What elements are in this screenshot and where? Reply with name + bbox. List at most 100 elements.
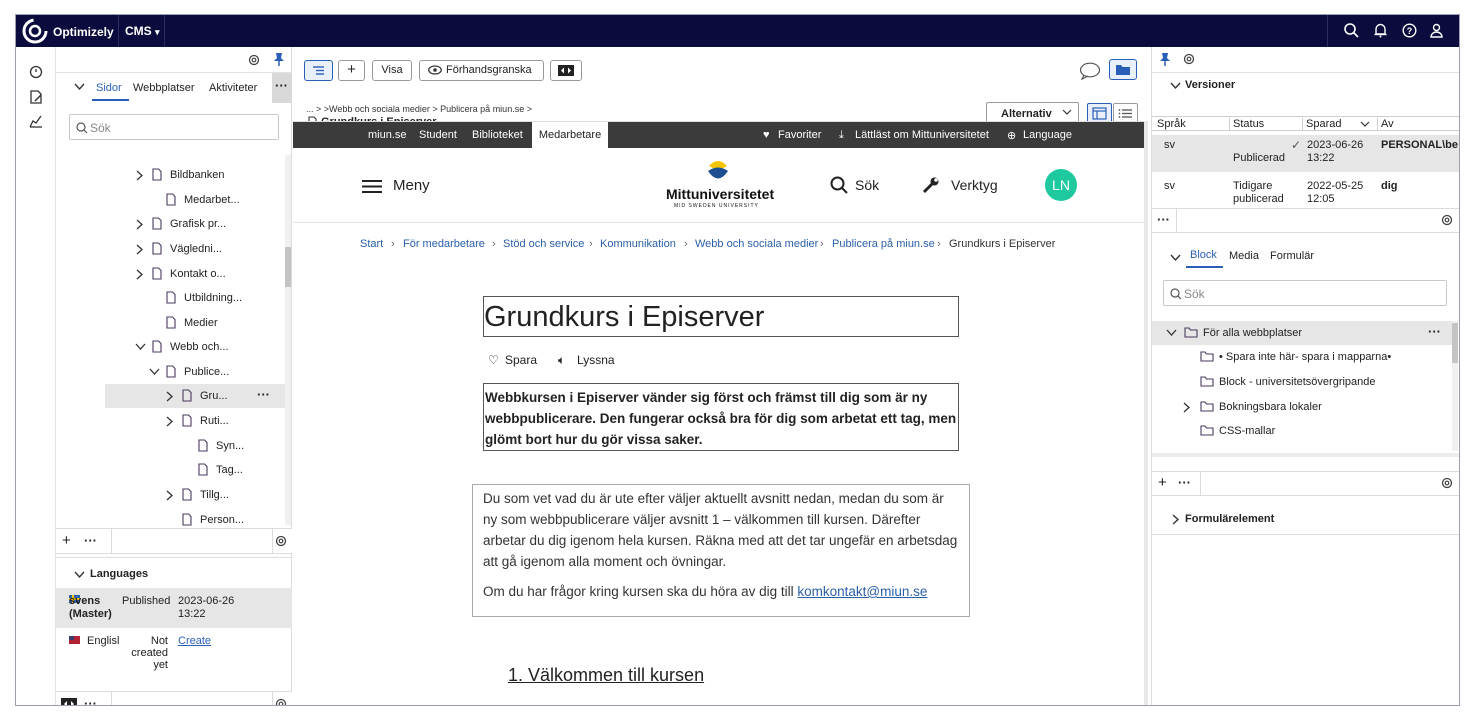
formularelement-header[interactable]: Formulärelement <box>1185 513 1274 525</box>
block-search-input[interactable]: Sök <box>1163 280 1447 306</box>
tab-sidor[interactable]: Sidor <box>96 82 122 94</box>
chevron-right-icon[interactable] <box>165 416 174 427</box>
verktyg-button[interactable]: Verktyg <box>951 177 998 193</box>
chevron-right-icon[interactable] <box>165 391 174 402</box>
add-button[interactable]: + <box>338 60 365 81</box>
visa-button[interactable]: Visa <box>372 60 412 81</box>
tree-item[interactable]: Tag... <box>56 458 286 482</box>
chevron-down-icon[interactable] <box>1166 328 1177 337</box>
chevron-right-icon[interactable] <box>1182 402 1191 413</box>
language-row-swedish[interactable]: svens (Master) Published 2023-06-26 13:2… <box>56 588 292 628</box>
intro-edit-box[interactable]: Webbkursen i Episerver vänder sig först … <box>483 383 959 451</box>
settings-icon[interactable] <box>1440 213 1454 227</box>
miun-logo-icon[interactable] <box>705 158 731 186</box>
page-tree-toggle-button[interactable] <box>304 60 333 81</box>
dashboard-icon[interactable] <box>29 65 43 79</box>
settings-icon[interactable] <box>247 53 261 67</box>
breadcrumb[interactable]: ... > >Webb och sociala medier > Publice… <box>306 104 532 114</box>
optimizely-logo-icon[interactable] <box>22 18 48 44</box>
tree-item[interactable]: Utbildning... <box>56 286 286 310</box>
more-options-button[interactable]: ··· <box>272 73 292 103</box>
email-link[interactable]: komkontakt@miun.se <box>797 584 927 599</box>
folder-item[interactable]: CSS-mallar <box>1152 419 1452 443</box>
user-icon[interactable] <box>1429 23 1444 38</box>
add-icon[interactable]: + <box>62 532 71 549</box>
nav-biblioteket[interactable]: Biblioteket <box>472 129 523 141</box>
bell-icon[interactable] <box>1373 23 1388 38</box>
chevron-right-icon[interactable] <box>135 244 144 255</box>
tab-media[interactable]: Media <box>1229 250 1259 262</box>
chevron-right-icon[interactable] <box>165 490 174 501</box>
tree-item[interactable]: Vägledni... <box>56 237 286 261</box>
tree-item[interactable]: Medier <box>56 311 286 335</box>
edit-icon[interactable] <box>29 90 43 104</box>
tree-item[interactable]: Ruti... <box>56 409 286 433</box>
tab-block[interactable]: Block <box>1190 249 1217 261</box>
tree-item[interactable]: Bildbanken <box>56 163 286 187</box>
search-icon[interactable] <box>830 176 848 194</box>
lyssna-button[interactable]: Lyssna <box>577 353 615 367</box>
settings-icon[interactable] <box>1440 476 1454 490</box>
reports-icon[interactable] <box>29 114 43 128</box>
chevron-down-icon[interactable] <box>149 367 160 376</box>
menu-icon[interactable] <box>362 179 382 194</box>
nav-miun[interactable]: miun.se <box>368 129 407 141</box>
tree-item[interactable]: Tillg... <box>56 483 286 507</box>
tab-webbplatser[interactable]: Webbplatser <box>133 82 195 94</box>
settings-icon[interactable] <box>274 697 288 705</box>
folder-item[interactable]: Block - universitetsövergripande <box>1152 370 1452 394</box>
nav-medarbetare[interactable]: Medarbetare <box>532 122 608 148</box>
tree-item[interactable]: Medarbet... <box>56 188 286 212</box>
sok-button[interactable]: Sök <box>855 177 879 193</box>
body-edit-box[interactable]: Du som vet vad du är ute efter väljer ak… <box>472 484 970 617</box>
assets-toggle-button[interactable] <box>1109 59 1137 80</box>
settings-icon[interactable] <box>1182 52 1196 66</box>
compare-button[interactable] <box>550 60 582 81</box>
more-options-button[interactable]: ··· <box>1428 324 1441 339</box>
comment-icon[interactable] <box>1079 62 1101 80</box>
help-icon[interactable]: ? <box>1402 23 1417 38</box>
search-icon[interactable] <box>1344 23 1359 38</box>
tree-item[interactable]: Gru... ··· <box>105 384 285 408</box>
version-row[interactable]: sv ✓ Publicerad 2023-06-26 13:22 PERSONA… <box>1152 135 1459 172</box>
collapse-chevron-icon[interactable] <box>1170 82 1181 90</box>
expand-panel-icon[interactable] <box>61 698 77 705</box>
expand-chevron-icon[interactable] <box>1172 514 1180 525</box>
create-link[interactable]: Create <box>178 635 211 647</box>
tree-item[interactable]: Webb och... <box>56 335 286 359</box>
pin-icon[interactable] <box>272 52 286 67</box>
folder-item[interactable]: Bokningsbara lokaler <box>1152 395 1452 419</box>
chevron-right-icon[interactable] <box>135 269 144 280</box>
avatar[interactable]: LN <box>1045 169 1077 201</box>
folder-item[interactable]: • Spara inte här- spara i mapparna• <box>1152 345 1452 369</box>
pin-icon[interactable] <box>1158 52 1172 67</box>
more-options-button[interactable]: ··· <box>257 387 270 402</box>
version-row[interactable]: sv Tidigare publicerad 2022-05-25 12:05 … <box>1152 174 1459 210</box>
nav-student[interactable]: Student <box>419 129 457 141</box>
more-options-button[interactable]: ··· <box>1157 212 1170 227</box>
tree-item[interactable]: Syn... <box>56 434 286 458</box>
menu-button[interactable]: Meny <box>393 177 430 194</box>
search-input[interactable]: Sök <box>69 114 279 140</box>
tree-item[interactable]: Kontakt o... <box>56 262 286 286</box>
spara-button[interactable]: Spara <box>505 353 537 367</box>
nav-lattlast[interactable]: Lättläst om Mittuniversitetet <box>855 129 989 141</box>
collapse-chevron-icon[interactable] <box>1170 254 1181 262</box>
more-options-button[interactable]: ··· <box>1178 475 1191 490</box>
tree-item[interactable]: Grafisk pr... <box>56 212 286 236</box>
wrench-icon[interactable] <box>922 176 940 194</box>
nav-language[interactable]: Language <box>1023 129 1072 141</box>
folder-item[interactable]: För alla webbplatser <box>1152 321 1452 345</box>
tab-formular[interactable]: Formulär <box>1270 250 1314 262</box>
heading-edit-box[interactable]: Grundkurs i Episerver <box>483 296 959 337</box>
add-icon[interactable]: + <box>1158 474 1167 491</box>
chevron-right-icon[interactable] <box>135 219 144 230</box>
more-options-button[interactable]: ··· <box>84 696 97 705</box>
preview-button[interactable]: Förhandsgranska <box>419 60 544 81</box>
collapse-chevron-icon[interactable] <box>74 83 85 91</box>
more-options-button[interactable]: ··· <box>84 533 97 548</box>
section-heading[interactable]: 1. Välkommen till kursen <box>508 665 704 686</box>
collapse-chevron-icon[interactable] <box>74 571 85 579</box>
tab-aktiviteter[interactable]: Aktiviteter <box>209 82 257 94</box>
tree-item[interactable]: Publice... <box>56 360 286 384</box>
